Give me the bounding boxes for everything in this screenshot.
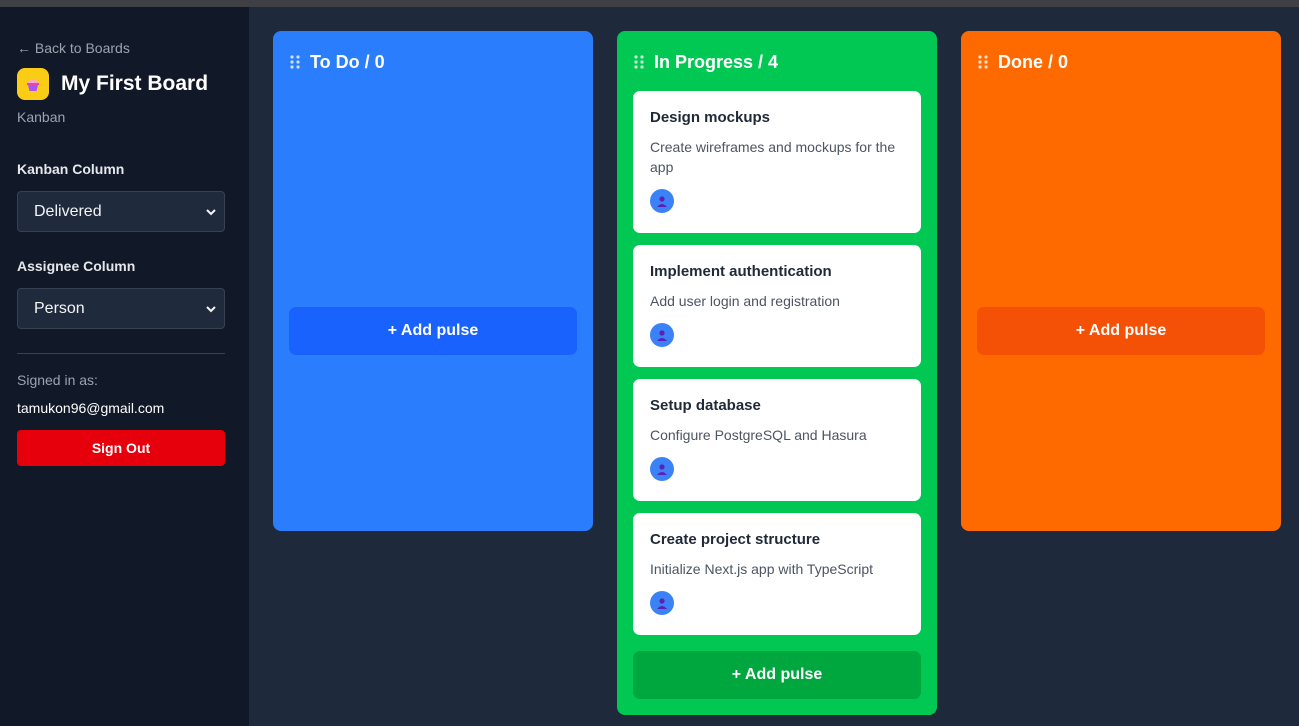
- add-pulse-button[interactable]: + Add pulse: [977, 307, 1265, 355]
- sign-out-button[interactable]: Sign Out: [17, 430, 225, 466]
- card-title: Design mockups: [650, 109, 771, 126]
- assignee-column-select[interactable]: Person: [17, 288, 225, 329]
- avatar[interactable]: [650, 457, 674, 481]
- add-pulse-button[interactable]: + Add pulse: [289, 307, 577, 355]
- kanban-column-value: Delivered: [34, 202, 102, 220]
- column-header: Done / 0: [977, 47, 1265, 77]
- drag-handle-icon[interactable]: [289, 54, 301, 70]
- column-title: Done / 0: [998, 51, 1069, 72]
- card-title: Implement authentication: [650, 263, 832, 280]
- drag-handle-icon[interactable]: [977, 54, 989, 70]
- card-description: Configure PostgreSQL and Hasura: [650, 427, 867, 443]
- board-title: My First Board: [61, 72, 209, 95]
- column-to-do: To Do / 0 + Add pulse: [273, 31, 593, 531]
- cupcake-icon: [17, 68, 49, 100]
- board-header: My First Board: [17, 68, 208, 100]
- pulse-card[interactable]: Design mockups Create wireframes and moc…: [633, 91, 921, 233]
- card-description: Add user login and registration: [650, 293, 840, 309]
- avatar[interactable]: [650, 189, 674, 213]
- person-icon: [657, 464, 667, 475]
- kanban-column-select[interactable]: Delivered: [17, 191, 225, 232]
- card-list: Design mockups Create wireframes and moc…: [633, 91, 921, 635]
- pulse-card[interactable]: Implement authentication Add user login …: [633, 245, 921, 367]
- card-description: Create wireframes and mockups for the ap…: [650, 139, 896, 175]
- person-icon: [657, 598, 667, 609]
- signed-in-label: Signed in as:: [17, 372, 98, 388]
- card-title: Create project structure: [650, 531, 821, 548]
- pulse-card[interactable]: Setup database Configure PostgreSQL and …: [633, 379, 921, 501]
- person-icon: [657, 196, 667, 207]
- back-to-boards-link[interactable]: ← Back to Boards: [17, 40, 130, 56]
- avatar[interactable]: [650, 323, 674, 347]
- kanban-column-label: Kanban Column: [17, 161, 125, 177]
- chevron-down-icon: [206, 305, 216, 312]
- drag-handle-icon[interactable]: [633, 54, 645, 70]
- column-title: In Progress / 4: [654, 51, 779, 72]
- add-pulse-button[interactable]: + Add pulse: [633, 651, 921, 699]
- column-header: In Progress / 4: [633, 47, 921, 77]
- card-title: Setup database: [650, 397, 761, 414]
- avatar[interactable]: [650, 591, 674, 615]
- person-icon: [657, 330, 667, 341]
- column-in-progress: In Progress / 4 Design mockups Create wi…: [617, 31, 937, 715]
- column-header: To Do / 0: [289, 47, 577, 77]
- user-email: tamukon96@gmail.com: [17, 400, 165, 416]
- window-top-strip: [0, 0, 1299, 7]
- column-title: To Do / 0: [310, 51, 385, 72]
- assignee-column-label: Assignee Column: [17, 258, 136, 274]
- column-done: Done / 0 + Add pulse: [961, 31, 1281, 531]
- assignee-column-value: Person: [34, 299, 85, 317]
- chevron-down-icon: [206, 208, 216, 215]
- sidebar-divider: [17, 353, 225, 354]
- card-description: Initialize Next.js app with TypeScript: [650, 561, 874, 577]
- sidebar: ← Back to Boards My First Board Kanban K…: [0, 7, 249, 726]
- board-type: Kanban: [17, 109, 66, 125]
- pulse-card[interactable]: Create project structure Initialize Next…: [633, 513, 921, 635]
